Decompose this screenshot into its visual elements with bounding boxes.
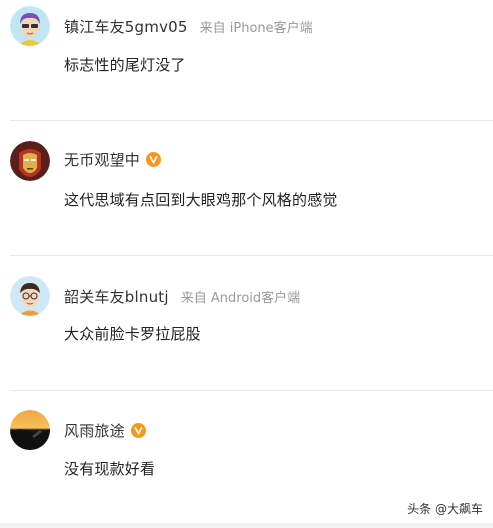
username[interactable]: 风雨旅途	[64, 420, 125, 441]
username-row: 风雨旅途	[64, 419, 146, 441]
verified-badge-icon	[130, 422, 146, 438]
cartoon-avatar-glasses-icon[interactable]	[10, 276, 50, 316]
comment-text: 这代思域有点回到大眼鸡那个风格的感觉	[64, 191, 338, 209]
username-row: 韶关车友blnutj 来自 Android客户端	[64, 285, 300, 307]
comment-text: 标志性的尾灯没了	[64, 56, 186, 74]
source-label: 来自 Android客户端	[180, 290, 301, 306]
username-row: 无币观望中	[64, 148, 162, 170]
iron-man-avatar-icon[interactable]	[10, 141, 50, 181]
bottom-bar	[0, 523, 493, 528]
comment-text: 没有现款好看	[64, 460, 156, 478]
username[interactable]: 无币观望中	[64, 149, 140, 170]
divider	[10, 120, 493, 121]
username-row: 镇江车友5gmv05 来自 iPhone客户端	[64, 15, 313, 37]
divider	[10, 390, 493, 391]
verified-badge-icon	[146, 151, 162, 167]
cartoon-avatar-purple-hair-icon[interactable]	[10, 6, 50, 46]
divider	[10, 255, 493, 256]
username[interactable]: 镇江车友5gmv05	[64, 16, 188, 37]
comment-text: 大众前脸卡罗拉屁股	[64, 325, 201, 343]
username[interactable]: 韶关车友blnutj	[64, 286, 169, 307]
source-label: 来自 iPhone客户端	[199, 20, 313, 36]
watermark: 头条 @大飙车	[407, 502, 483, 516]
sunset-landscape-avatar-icon[interactable]	[10, 410, 50, 450]
